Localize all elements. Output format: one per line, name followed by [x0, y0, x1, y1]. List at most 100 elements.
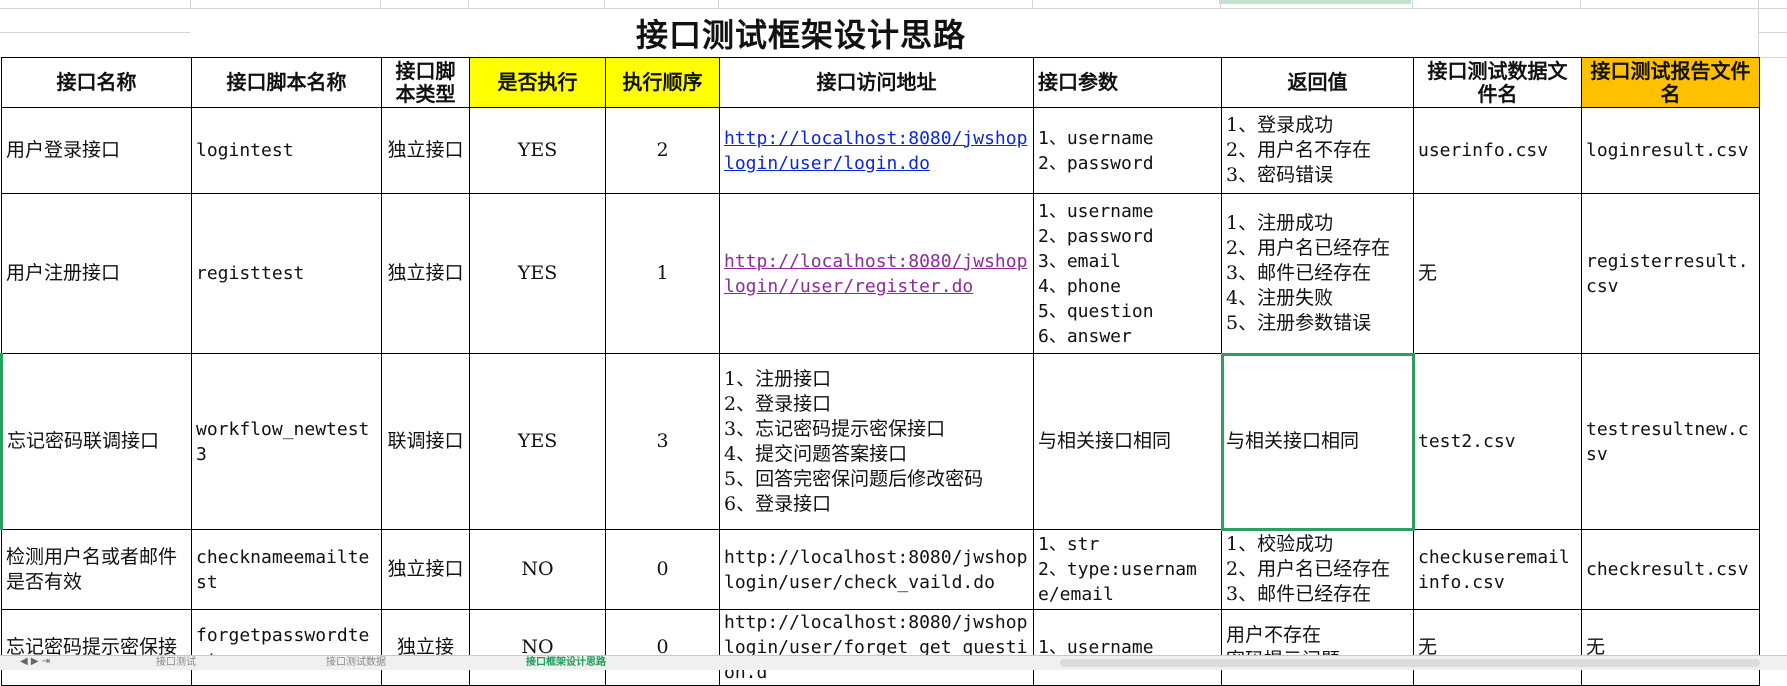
cell-script[interactable]: workflow_newtest3	[191, 353, 382, 530]
tab-sheet[interactable]: 接口测试数据	[320, 656, 392, 670]
cell-params[interactable]: 1、str 2、type:username/email	[1033, 529, 1222, 610]
header-script[interactable]: 接口脚本名称	[191, 57, 382, 108]
step-line: 3、忘记密码提示密保接口	[724, 417, 946, 440]
return-line: 3、密码错误	[1226, 164, 1334, 186]
cell-script[interactable]: forgetpasswordtest	[191, 609, 382, 686]
cell-report[interactable]: registerresult.csv	[1581, 193, 1760, 354]
cell-script[interactable]: registtest	[191, 193, 382, 354]
cell-type[interactable]: 独立接	[381, 609, 470, 686]
cell-order[interactable]: 2	[605, 107, 720, 194]
header-order[interactable]: 执行顺序	[605, 57, 720, 108]
param-line: 1、username	[1038, 127, 1154, 149]
sheet-tab-bar: ◀ ▶ ⇥ 接口测试 接口测试数据 接口框架设计思路	[0, 655, 1787, 670]
url-link[interactable]: http://localhost:8080/jwshoplogin//user/…	[724, 251, 1027, 297]
cell-execute[interactable]: NO	[469, 609, 606, 686]
cell-params[interactable]: 1、username 2、password 3、email 4、phone 5、…	[1033, 193, 1222, 354]
table-row: 用户登录接口 logintest 独立接口 YES 2 http://local…	[1, 107, 1760, 194]
cell-name[interactable]: 用户注册接口	[1, 193, 192, 354]
cell-order[interactable]: 1	[605, 193, 720, 354]
param-line: 3、email	[1038, 250, 1122, 272]
cell-returns[interactable]: 1、登录成功 2、用户名不存在 3、密码错误	[1221, 107, 1414, 194]
cell-name[interactable]: 忘记密码联调接口	[0, 353, 192, 530]
cell-script[interactable]: checknameemailtest	[191, 529, 382, 610]
empty-cells-left[interactable]	[0, 8, 190, 58]
param-line: 1、username	[1038, 200, 1154, 222]
cell-type[interactable]: 独立接口	[381, 193, 470, 354]
tab-sheet-active[interactable]: 接口框架设计思路	[520, 656, 612, 670]
return-line: 5、注册参数错误	[1226, 312, 1372, 334]
cell-order[interactable]: 0	[605, 609, 720, 686]
cell-returns[interactable]: 1、注册成功 2、用户名已经存在 3、邮件已经存在 4、注册失败 5、注册参数错…	[1221, 193, 1414, 354]
header-returns[interactable]: 返回值	[1221, 57, 1414, 108]
cell-url[interactable]: http://localhost:8080/jwshoplogin/user/f…	[719, 609, 1034, 686]
cell-type[interactable]: 独立接口	[381, 107, 470, 194]
header-datafile[interactable]: 接口测试数据文件名	[1413, 57, 1582, 108]
cell-report[interactable]: testresultnew.csv	[1581, 353, 1760, 530]
return-line: 2、用户名不存在	[1226, 139, 1372, 161]
header-url[interactable]: 接口访问地址	[719, 57, 1034, 108]
cell-execute[interactable]: YES	[469, 353, 606, 530]
param-line: 1、str	[1038, 534, 1100, 555]
cell-execute[interactable]: NO	[469, 529, 606, 610]
return-line: 1、登录成功	[1226, 114, 1334, 136]
cell-script[interactable]: logintest	[191, 107, 382, 194]
return-line: 4、注册失败	[1226, 287, 1334, 309]
return-line: 2、用户名已经存在	[1226, 237, 1391, 259]
cell-url[interactable]: http://localhost:8080/jwshoplogin//user/…	[719, 193, 1034, 354]
cell-type[interactable]: 联调接口	[381, 353, 470, 530]
return-line: 2、用户名已经存在	[1226, 558, 1391, 580]
header-params[interactable]: 接口参数	[1033, 57, 1222, 108]
table-row: 忘记密码提示密保接 forgetpasswordtest 独立接 NO 0 ht…	[1, 609, 1760, 686]
return-line: 1、注册成功	[1226, 212, 1334, 234]
table-row: 用户注册接口 registtest 独立接口 YES 1 http://loca…	[1, 193, 1760, 354]
cell-datafile[interactable]: test2.csv	[1413, 353, 1582, 530]
cell-order[interactable]: 3	[605, 353, 720, 530]
return-line: 用户不存在	[1226, 623, 1322, 646]
cell-name[interactable]: 忘记密码提示密保接	[1, 609, 192, 686]
cell-datafile[interactable]: userinfo.csv	[1413, 107, 1582, 194]
cell-report[interactable]: checkresult.csv	[1581, 529, 1760, 610]
param-line: 2、type:username/email	[1038, 559, 1197, 605]
cell-params[interactable]: 与相关接口相同	[1033, 353, 1222, 530]
step-line: 4、提交问题答案接口	[724, 442, 908, 465]
tab-nav-arrows-icon[interactable]: ◀ ▶ ⇥	[20, 656, 50, 667]
cell-params[interactable]: 1、username	[1033, 609, 1222, 686]
header-type[interactable]: 接口脚本类型	[381, 57, 470, 108]
selected-column-indicator	[1219, 0, 1411, 4]
return-line: 3、邮件已经存在	[1226, 262, 1372, 284]
cell-name[interactable]: 检测用户名或者邮件是否有效	[1, 529, 192, 610]
table-row: 忘记密码联调接口 workflow_newtest3 联调接口 YES 3 1、…	[0, 352, 1760, 531]
step-line: 6、登录接口	[724, 492, 832, 515]
cell-datafile[interactable]: 无	[1413, 193, 1582, 354]
tab-sheet[interactable]: 接口测试	[150, 656, 202, 670]
cell-url[interactable]: 1、注册接口 2、登录接口 3、忘记密码提示密保接口 4、提交问题答案接口 5、…	[719, 353, 1034, 530]
cell-report[interactable]: loginresult.csv	[1581, 107, 1760, 194]
cell-datafile[interactable]: checkuseremailinfo.csv	[1413, 529, 1582, 610]
cell-execute[interactable]: YES	[469, 107, 606, 194]
step-line: 1、注册接口	[724, 367, 832, 390]
header-row: 接口名称 接口脚本名称 接口脚本类型 是否执行 执行顺序 接口访问地址 接口参数…	[1, 57, 1760, 108]
url-link[interactable]: http://localhost:8080/jwshoplogin/user/l…	[724, 128, 1027, 174]
param-line: 2、password	[1038, 225, 1154, 247]
cell-order[interactable]: 0	[605, 529, 720, 610]
empty-cells-right[interactable]	[1758, 8, 1787, 58]
horizontal-scrollbar[interactable]	[1060, 659, 1760, 667]
header-execute[interactable]: 是否执行	[469, 57, 606, 108]
cell-params[interactable]: 1、username 2、password	[1033, 107, 1222, 194]
cell-returns-selected[interactable]: 与相关接口相同	[1220, 352, 1415, 531]
cell-datafile[interactable]: 无	[1413, 609, 1582, 686]
cell-name[interactable]: 用户登录接口	[1, 107, 192, 194]
step-line: 5、回答完密保问题后修改密码	[724, 467, 984, 490]
header-name[interactable]: 接口名称	[1, 57, 192, 108]
header-report[interactable]: 接口测试报告文件名	[1581, 57, 1760, 108]
cell-returns[interactable]: 用户不存在 密码提示问题	[1221, 609, 1414, 686]
cell-type[interactable]: 独立接口	[381, 529, 470, 610]
cell-returns[interactable]: 1、校验成功 2、用户名已经存在 3、邮件已经存在	[1221, 529, 1414, 610]
step-line: 2、登录接口	[724, 392, 832, 415]
cell-execute[interactable]: YES	[469, 193, 606, 354]
cell-report[interactable]: 无	[1581, 609, 1760, 686]
table-row: 检测用户名或者邮件是否有效 checknameemailtest 独立接口 NO…	[1, 529, 1760, 610]
cell-url[interactable]: http://localhost:8080/jwshoplogin/user/l…	[719, 107, 1034, 194]
sheet-title[interactable]: 接口测试框架设计思路	[190, 8, 1412, 58]
cell-url[interactable]: http://localhost:8080/jwshoplogin/user/c…	[719, 529, 1034, 610]
